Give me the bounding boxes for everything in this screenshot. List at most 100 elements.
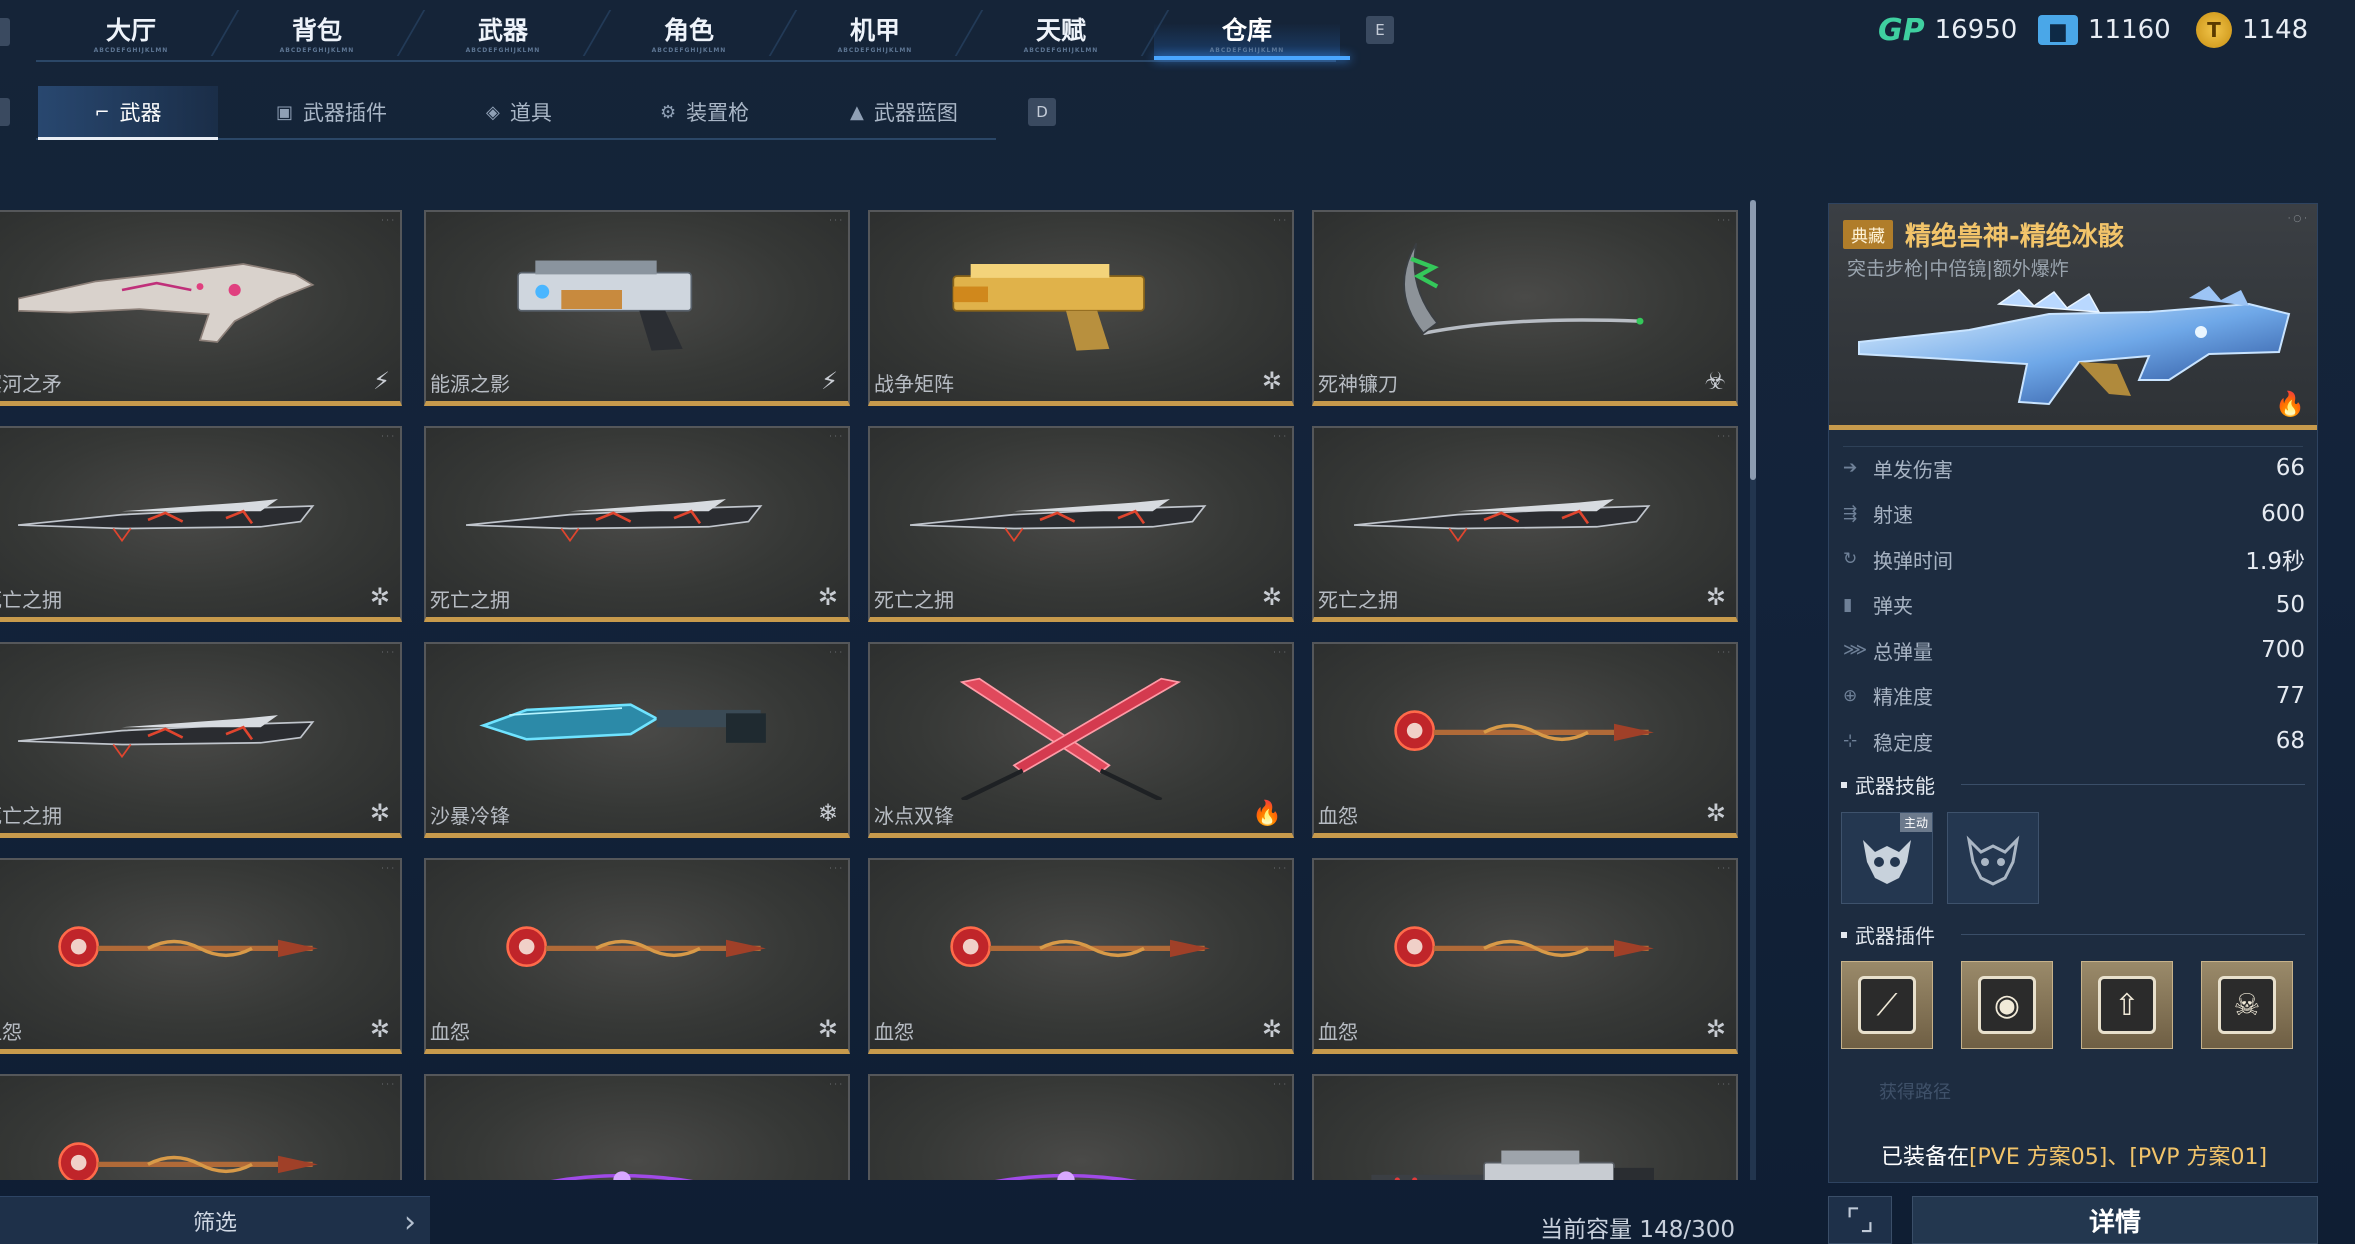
fire-element-icon: 🔥 [2275,390,2305,418]
weapon-image [950,926,1210,968]
plugin-slot-3[interactable]: ⇧ [2081,961,2173,1049]
ticket-currency: ▆ 11160 [2038,10,2171,50]
stat-value: 68 [2275,728,2305,754]
expand-view-button[interactable]: ⌜⌟ [1828,1196,1892,1244]
weapon-card[interactable]: · · · 死亡之拥 ✲ [424,426,850,622]
weapon-card[interactable]: · · · 能源之影 ⚡ [424,210,850,406]
weapon-image [506,926,766,968]
weapon-image [1394,710,1654,752]
plugin-slot-4[interactable]: ☠ [2201,961,2293,1049]
reload-icon: ↻ [1843,549,1858,569]
gun-icon: ⌐ [94,101,110,123]
weapon-image [1394,926,1654,968]
weapon-image [910,499,1207,543]
eye-icon: ◉ [1978,976,2036,1034]
weapon-name: 精绝兽神-精绝冰骸 [1905,222,2124,252]
weapon-card[interactable]: · · · 战争矩阵 ✲ [868,210,1294,406]
weapon-card-name: 死亡之拥 [1318,588,1398,612]
tab-characters[interactable]: 角色 ABCDEFGHIJKLMN [596,0,798,58]
weapon-card-name: 死亡之拥 [874,588,954,612]
weapon-card[interactable]: · · · 冰点双锋 🔥 [868,642,1294,838]
weapon-card[interactable]: · · · 死神镰刀 ☣ [1312,210,1738,406]
stability-icon: ⊹ [1843,731,1858,751]
rockets-icon: ⟋ [1858,976,1916,1034]
element-badge-icon: ✲ [1705,1015,1726,1043]
stat-value: 1.9秒 [2245,549,2305,575]
weapon-card[interactable]: · · · [0,1074,402,1180]
skills-section-title: 武器技能 [1841,770,1935,799]
coin-currency: T 1148 [2196,10,2308,50]
filter-button[interactable]: 筛选 › [0,1196,430,1244]
subtab-device-guns[interactable]: ⚙ 装置枪 [660,86,749,138]
skill-active-slot[interactable]: 主动 [1841,812,1933,904]
element-badge-icon: ✲ [369,583,390,611]
weapon-image [466,499,763,543]
coin-value: 1148 [2242,15,2309,45]
weapon-card[interactable]: · · · 死亡之拥 ✲ [1312,426,1738,622]
subtab-weapons[interactable]: ⌐ 武器 [38,86,218,140]
weapon-card[interactable]: · · · 血怨 ✲ [424,858,850,1054]
tab-weapons[interactable]: 武器 ABCDEFGHIJKLMN [410,0,612,58]
tab-backpack[interactable]: 背包 ABCDEFGHIJKLMN [224,0,426,58]
card-corner-mark: · · · [1273,216,1286,225]
tab-warehouse[interactable]: 仓库 ABCDEFGHIJKLMN [1154,0,1350,60]
stat-value: 700 [2261,637,2305,663]
plugins-section-title: 武器插件 [1841,920,1935,949]
weapon-image [18,715,315,759]
demon-skull-outline-icon [1966,835,2020,886]
weapon-card[interactable]: · · · 血怨 ✲ [868,858,1294,1054]
plugin-slot-2[interactable]: ◉ [1961,961,2053,1049]
weapon-card[interactable]: · · · 死亡之拥 ✲ [868,426,1294,622]
expand-icon: ⌜⌟ [1845,1202,1875,1238]
subtab-blueprints[interactable]: ▲ 武器蓝图 [850,86,958,138]
stat-row: ↻ 换弹时间 1.9秒 [1843,539,2305,579]
magazine-icon: ▮ [1843,594,1853,615]
weapon-card-name: 血怨 [1318,1020,1358,1044]
subtab-items[interactable]: ◈ 道具 [486,86,552,138]
tab-lobby[interactable]: 大厅 ABCDEFGHIJKLMN [38,0,240,58]
weapon-card[interactable]: · · · 血怨 ✲ [1312,642,1738,838]
stat-value: 77 [2275,682,2305,709]
details-button[interactable]: 详情 [1912,1196,2318,1244]
skill-passive-slot[interactable] [1947,812,2039,904]
card-corner-mark: · · · [1273,648,1286,657]
weapon-image [18,263,315,343]
weapon-card[interactable]: · · · 冥河之矛 ⚡ [0,210,402,406]
card-corner-mark: · · · [829,1080,842,1089]
weapon-card-name: 血怨 [874,1020,914,1044]
weapon-card[interactable]: · · · 血怨 ✲ [1312,858,1738,1054]
capacity-label: 当前容量 148/300 [1540,1217,1735,1243]
element-badge-icon: ✲ [817,583,838,611]
stat-row: ▮ 弹夹 50 [1843,585,2305,625]
ticket-value: 11160 [2088,15,2171,45]
weapon-card[interactable]: · · · 血怨 ✲ [0,858,402,1054]
element-badge-icon: ✲ [1261,1015,1282,1043]
card-corner-mark: · · · [1717,1080,1730,1089]
plugin-slot-1[interactable]: ⟋ [1841,961,1933,1049]
weapon-image [959,677,1182,800]
card-corner-mark: · · · [1717,648,1730,657]
weapon-card[interactable]: · · · [1312,1074,1738,1180]
weapon-card[interactable]: · · · 死亡之拥 ✲ [0,642,402,838]
detail-header: · ○ · 典藏 精绝兽神-精绝冰骸 突击步枪|中倍镜|额外爆炸 🔥 [1829,204,2317,430]
grid-scrollbar-thumb[interactable] [1750,200,1756,480]
weapon-card-name: 能源之影 [430,372,510,396]
card-corner-mark: · · · [829,216,842,225]
weapon-card[interactable]: · · · 沙暴冷锋 ❄ [424,642,850,838]
tab-mecha[interactable]: 机甲 ABCDEFGHIJKLMN [782,0,984,58]
stat-row: ⊕ 精准度 77 [1843,676,2305,716]
tab-talent[interactable]: 天赋 ABCDEFGHIJKLMN [968,0,1170,58]
weapon-card-name: 冥河之矛 [0,372,62,396]
subtab-weapon-plugins[interactable]: ▣ 武器插件 [276,86,387,138]
weapon-tags: 突击步枪|中倍镜|额外爆炸 [1847,258,2069,280]
card-corner-mark: · · · [381,1080,394,1089]
weapon-card[interactable]: · · · [424,1074,850,1180]
weapon-card-name: 血怨 [430,1020,470,1044]
source-label: 获得路径 [1879,1082,1951,1103]
weapon-card[interactable]: · · · [868,1074,1294,1180]
card-corner-mark: · · · [381,216,394,225]
stat-label: 弹夹 [1873,594,1913,618]
element-badge-icon: ⚡ [373,367,390,395]
weapon-card[interactable]: · · · 死亡之拥 ✲ [0,426,402,622]
item-icon: ◈ [486,101,500,123]
